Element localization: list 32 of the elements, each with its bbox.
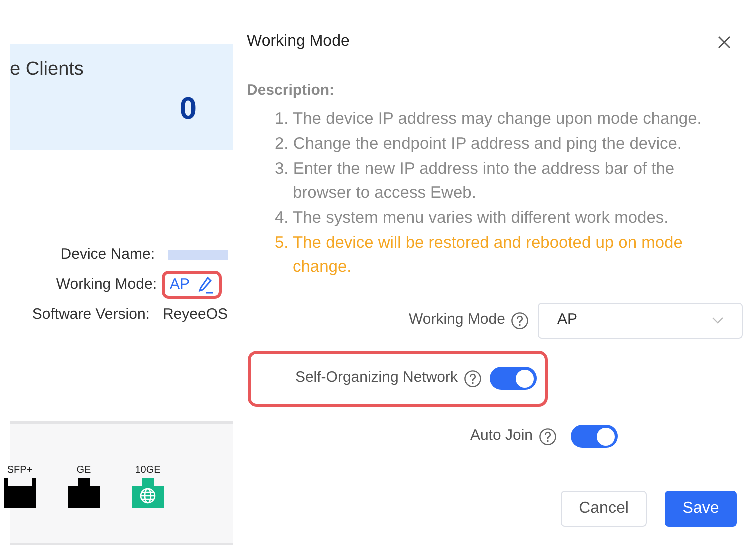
port-label: GE — [76, 466, 92, 476]
warning-text: 5. The device will be restored and rebooted up on mode change. — [275, 232, 684, 278]
field-label: Self-Organizing Network — [295, 368, 458, 388]
description-item: 4. The system menu varies with different work modes. — [275, 208, 670, 228]
help-icon[interactable] — [539, 428, 557, 446]
chevron-down-icon — [712, 317, 724, 324]
port-label: SFP+ — [7, 466, 33, 476]
field-label: Working Mode — [409, 310, 506, 330]
edit-icon[interactable] — [198, 276, 214, 294]
description-item: 3. Enter the new IP address into the address bar of the browser to access Eweb. — [275, 158, 676, 204]
info-label: Software Version: — [31, 304, 150, 325]
close-icon[interactable] — [718, 36, 731, 48]
description-item: 1. The device IP address may change upon mode change. — [275, 108, 703, 130]
working-mode-link[interactable]: AP — [170, 274, 190, 296]
toggle-switch[interactable] — [490, 367, 537, 390]
help-icon[interactable] — [464, 370, 482, 388]
info-value: ReyeeOS — [162, 304, 228, 325]
card-label: e Clients — [10, 60, 85, 79]
cancel-button[interactable]: Cancel — [561, 490, 647, 526]
description-title: Description: — [247, 81, 336, 101]
redacted-value — [168, 250, 228, 260]
description-item: 2. Change the endpoint IP address and ping the device. — [275, 134, 683, 154]
info-label: Device Name: — [60, 244, 155, 265]
toggle-switch[interactable] — [571, 425, 618, 448]
info-label: Working Mode: — [55, 274, 157, 295]
dialog-title: Working Mode — [247, 32, 350, 52]
client-count: 0 — [180, 93, 197, 124]
mode-select[interactable]: AP — [538, 302, 743, 338]
help-icon[interactable] — [511, 312, 530, 330]
save-button[interactable]: Save — [665, 490, 737, 526]
port-label: 10GE — [135, 466, 161, 476]
field-label: Auto Join — [470, 426, 533, 446]
